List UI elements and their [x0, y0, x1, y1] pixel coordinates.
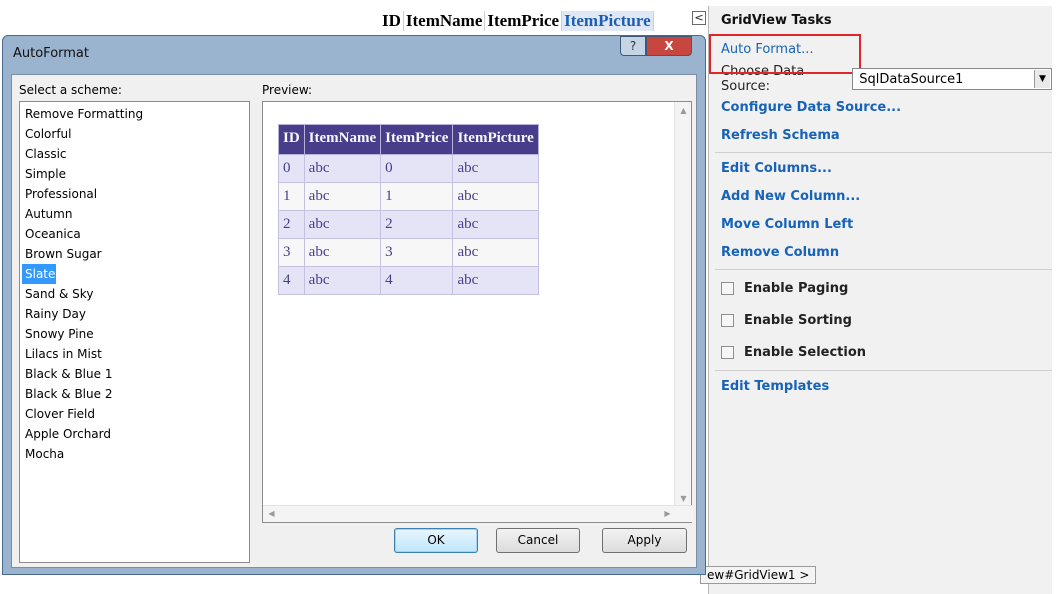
preview-label: Preview:: [262, 83, 313, 97]
table-cell: 3: [278, 238, 305, 267]
preview-pane: ID ItemName ItemPrice ItemPicture 0 abc …: [262, 101, 693, 523]
preview-table: ID ItemName ItemPrice ItemPicture 0 abc …: [278, 124, 539, 295]
checkbox-icon[interactable]: [721, 313, 734, 327]
scheme-item[interactable]: Black & Blue 2: [22, 384, 249, 404]
enable-sorting-label: Enable Sorting: [744, 312, 852, 328]
highlight-box: [709, 34, 861, 74]
scheme-item[interactable]: Remove Formatting: [22, 104, 249, 124]
designer-grid-header: ID ItemName ItemPrice ItemPicture: [380, 8, 654, 34]
enable-sorting-checkbox[interactable]: Enable Sorting: [709, 304, 1052, 336]
cancel-button[interactable]: Cancel: [496, 528, 580, 553]
scheme-item[interactable]: Classic: [22, 144, 249, 164]
enable-selection-label: Enable Selection: [744, 344, 867, 360]
designer-header-itemname: ItemName: [404, 11, 486, 31]
scheme-item[interactable]: Sand & Sky: [22, 284, 249, 304]
scheme-item[interactable]: Professional: [22, 184, 249, 204]
table-row: 0 abc 0 abc: [278, 154, 539, 183]
enable-paging-label: Enable Paging: [744, 280, 849, 296]
vertical-scrollbar[interactable]: ▲ ▼: [674, 102, 691, 507]
table-cell: 3: [380, 238, 454, 267]
table-cell: 1: [278, 182, 305, 211]
preview-col-header: ID: [278, 124, 305, 155]
enable-selection-checkbox[interactable]: Enable Selection: [709, 336, 1052, 368]
chevron-down-icon[interactable]: ▼: [1034, 70, 1050, 88]
table-cell: 1: [380, 182, 454, 211]
table-cell: abc: [303, 238, 382, 267]
table-cell: 4: [380, 266, 454, 295]
table-cell: abc: [452, 154, 539, 183]
table-cell: 0: [380, 154, 454, 183]
scheme-item[interactable]: Colorful: [22, 124, 249, 144]
table-row: 4 abc 4 abc: [278, 266, 539, 295]
table-cell: 2: [380, 210, 454, 239]
table-cell: abc: [452, 182, 539, 211]
table-row: 3 abc 3 abc: [278, 238, 539, 267]
table-cell: abc: [452, 266, 539, 295]
smart-tag-chevron-icon[interactable]: <: [692, 11, 706, 25]
scheme-list[interactable]: Remove Formatting Colorful Classic Simpl…: [19, 101, 250, 563]
scroll-right-icon[interactable]: ▶: [659, 506, 676, 522]
data-source-select[interactable]: SqlDataSource1 ▼: [852, 68, 1052, 90]
close-button[interactable]: X: [646, 36, 692, 56]
scheme-item[interactable]: Lilacs in Mist: [22, 344, 249, 364]
dialog-title: AutoFormat: [13, 46, 89, 61]
refresh-schema-link[interactable]: Refresh Schema: [709, 122, 1052, 150]
preview-col-header: ItemPrice: [380, 124, 454, 155]
scheme-item[interactable]: Apple Orchard: [22, 424, 249, 444]
table-cell: abc: [303, 154, 382, 183]
add-new-column-link[interactable]: Add New Column...: [709, 183, 1052, 211]
scroll-left-icon[interactable]: ◀: [263, 506, 280, 522]
designer-header-id: ID: [380, 11, 404, 31]
scheme-item[interactable]: Simple: [22, 164, 249, 184]
checkbox-icon[interactable]: [721, 345, 734, 359]
checkbox-icon[interactable]: [721, 281, 734, 295]
divider: [715, 370, 1052, 371]
table-cell: abc: [303, 266, 382, 295]
designer-header-itemprice: ItemPrice: [485, 11, 563, 31]
enable-paging-checkbox[interactable]: Enable Paging: [709, 272, 1052, 304]
scheme-item[interactable]: Mocha: [22, 444, 249, 464]
scheme-item[interactable]: Brown Sugar: [22, 244, 249, 264]
scheme-item[interactable]: Black & Blue 1: [22, 364, 249, 384]
table-row: 2 abc 2 abc: [278, 210, 539, 239]
table-cell: abc: [452, 238, 539, 267]
divider: [715, 269, 1052, 270]
designer-header-itempicture[interactable]: ItemPicture: [562, 11, 654, 31]
ok-button[interactable]: OK: [394, 528, 478, 553]
table-cell: 4: [278, 266, 305, 295]
dialog-titlebar[interactable]: AutoFormat ? X: [3, 36, 705, 70]
preview-header-row: ID ItemName ItemPrice ItemPicture: [278, 124, 539, 155]
select-scheme-label: Select a scheme:: [19, 83, 122, 97]
scheme-item[interactable]: Autumn: [22, 204, 249, 224]
remove-column-link[interactable]: Remove Column: [709, 239, 1052, 267]
scheme-item-selected[interactable]: Slate: [22, 264, 56, 284]
configure-data-source-link[interactable]: Configure Data Source...: [709, 94, 1052, 122]
gridview-tasks-panel: GridView Tasks Auto Format... Choose Dat…: [708, 6, 1052, 594]
scheme-item[interactable]: Oceanica: [22, 224, 249, 244]
table-cell: 2: [278, 210, 305, 239]
edit-columns-link[interactable]: Edit Columns...: [709, 155, 1052, 183]
autoformat-dialog: AutoFormat ? X Select a scheme: Preview:…: [2, 35, 706, 575]
scheme-item[interactable]: Clover Field: [22, 404, 249, 424]
table-cell: abc: [303, 182, 382, 211]
preview-col-header: ItemName: [303, 124, 382, 155]
help-button[interactable]: ?: [620, 36, 646, 56]
edit-templates-link[interactable]: Edit Templates: [709, 373, 1052, 401]
dialog-body: Select a scheme: Preview: Remove Formatt…: [11, 74, 697, 568]
tasks-title: GridView Tasks: [721, 13, 832, 28]
table-row: 1 abc 1 abc: [278, 182, 539, 211]
table-cell: abc: [303, 210, 382, 239]
apply-button[interactable]: Apply: [602, 528, 687, 553]
table-cell: abc: [452, 210, 539, 239]
preview-col-header: ItemPicture: [452, 124, 539, 155]
move-column-left-link[interactable]: Move Column Left: [709, 211, 1052, 239]
breadcrumb-tab[interactable]: ew#GridView1 >: [700, 566, 817, 584]
horizontal-scrollbar[interactable]: ◀ ▶: [263, 505, 693, 522]
divider: [715, 152, 1052, 153]
scheme-item[interactable]: Rainy Day: [22, 304, 249, 324]
scroll-up-icon[interactable]: ▲: [675, 102, 692, 119]
data-source-value: SqlDataSource1: [859, 71, 964, 87]
table-cell: 0: [278, 154, 305, 183]
scheme-item[interactable]: Snowy Pine: [22, 324, 249, 344]
